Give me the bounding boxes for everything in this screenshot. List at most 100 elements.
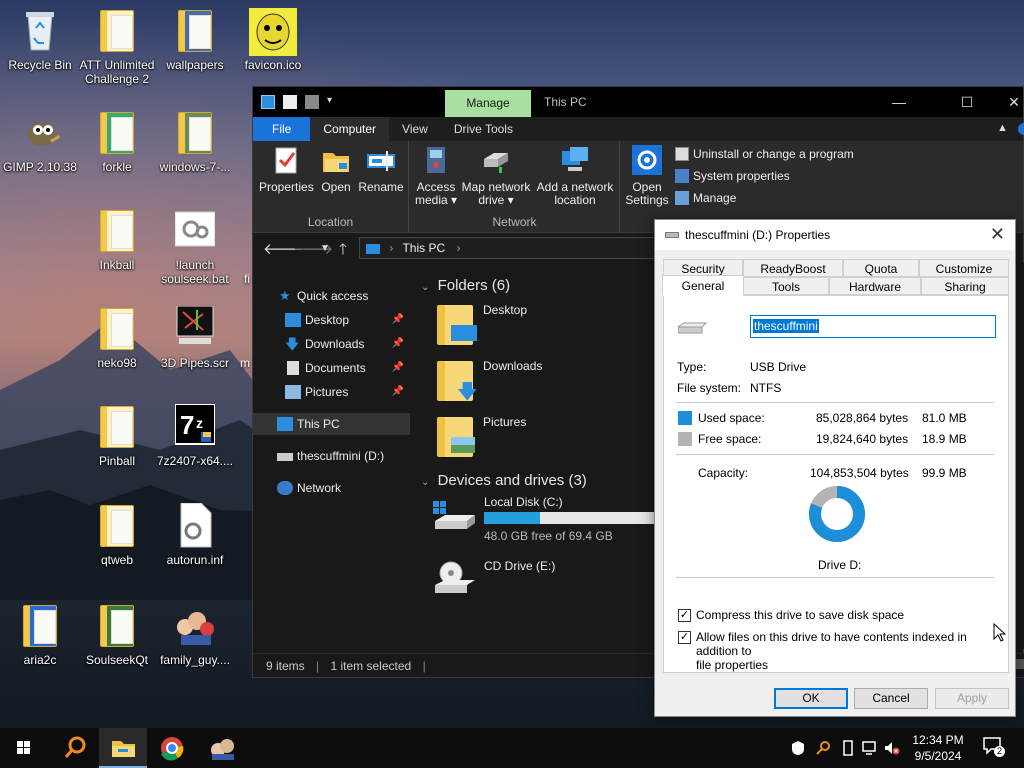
pc-icon[interactable] [261, 95, 275, 109]
taskbar-chrome[interactable] [148, 728, 196, 768]
folder-pictures[interactable]: Pictures [437, 413, 637, 463]
minimize-button[interactable]: — [876, 91, 922, 113]
drive-c[interactable]: Local Disk (C:) 48.0 GB free of 69.4 GB [433, 495, 683, 549]
breadcrumb-this-pc[interactable]: This PC [402, 241, 445, 255]
uninstall-program-button[interactable]: Uninstall or change a program [675, 147, 854, 161]
desktop-icon-soulseekqt[interactable]: SoulseekQt [77, 603, 157, 667]
index-checkbox[interactable]: ✓ [678, 631, 691, 644]
tab-computer[interactable]: Computer [310, 117, 390, 141]
tab-view[interactable]: View [389, 117, 441, 141]
desktop-icon-label: aria2c [23, 653, 57, 667]
search-button[interactable] [50, 728, 98, 768]
customize-qat-icon[interactable]: ▾ [327, 95, 341, 109]
usb-drive-icon [676, 321, 708, 335]
drive-name-input[interactable]: thescuffmini [750, 315, 996, 338]
tab-readyboost[interactable]: ReadyBoost [743, 259, 843, 277]
open-button[interactable]: Open [316, 145, 356, 194]
properties-button[interactable]: Properties [259, 145, 314, 194]
tab-drive-tools[interactable]: Drive Tools [441, 117, 526, 141]
pc-icon [277, 417, 293, 431]
nav-downloads[interactable]: 🡇 Downloads 📌 [253, 333, 410, 355]
usb-device-icon[interactable] [840, 740, 856, 759]
start-button[interactable] [0, 728, 48, 768]
cartoon-app-icon [211, 739, 234, 760]
nav-desktop[interactable]: Desktop 📌 [253, 309, 410, 331]
network-status-icon[interactable] [862, 740, 878, 759]
devices-section-header[interactable]: ⌄ Devices and drives (3) [421, 472, 587, 489]
desktop-icon-family-guy[interactable]: family_guy.... [155, 603, 235, 667]
new-folder-icon[interactable] [305, 95, 319, 109]
desktop-icon-qtweb[interactable]: qtweb [77, 503, 157, 567]
taskbar-file-explorer[interactable] [99, 728, 147, 768]
tab-tools[interactable]: Tools [743, 277, 829, 295]
folder-desktop[interactable]: Desktop [437, 301, 637, 351]
tab-quota[interactable]: Quota [843, 259, 919, 277]
tab-customize[interactable]: Customize [919, 259, 1009, 277]
desktop-icon-wallpapers[interactable]: wallpapers [155, 8, 235, 72]
nav-network[interactable]: Network [253, 477, 410, 499]
manage-button[interactable]: Manage [675, 191, 736, 205]
ribbon-group-location: Properties Open Rename Location [253, 141, 409, 233]
tab-file[interactable]: File [253, 117, 311, 141]
desktop-icon-autorun[interactable]: autorun.inf [155, 502, 235, 567]
desktop-icon-att-unlimited[interactable]: ATT Unlimited Challenge 2 [77, 8, 157, 86]
desktop-icon-forkle[interactable]: forkle [77, 110, 157, 174]
access-media-button[interactable]: Access media ▾ [412, 145, 460, 207]
tab-sharing[interactable]: Sharing [921, 277, 1009, 295]
desktop-icon-3d-pipes[interactable]: 3D Pipes.scr [155, 305, 235, 370]
clock[interactable]: 12:34 PM 9/5/2024 [900, 732, 976, 764]
desktop-icon-inkball[interactable]: Inkball [77, 208, 157, 272]
quick-access-toolbar: ▾ [261, 95, 341, 109]
desktop-icon-recycle-bin[interactable]: Recycle Bin [0, 8, 80, 72]
apply-button[interactable]: Apply [935, 688, 1009, 709]
desktop-icon-favicon[interactable]: favicon.ico [233, 8, 313, 72]
open-settings-button[interactable]: Open Settings [624, 145, 670, 207]
drive-e[interactable]: CD Drive (E:) [433, 559, 683, 605]
up-arrow-icon[interactable]: 🡑 [339, 239, 347, 264]
map-network-drive-button[interactable]: Map network drive ▾ [460, 145, 532, 207]
add-network-location-button[interactable]: Add a network location [534, 145, 616, 207]
tab-general[interactable]: General [662, 275, 744, 296]
desktop-icon-pinball[interactable]: Pinball [77, 404, 157, 468]
folder-downloads[interactable]: 🡇 Downloads [437, 357, 637, 407]
collapse-ribbon-icon[interactable]: ▲ [997, 122, 1008, 134]
details-view-icon[interactable] [1016, 659, 1024, 669]
desktop-icon-launch-soulseek[interactable]: !launch soulseek.bat [155, 208, 235, 286]
manage-context-tab[interactable]: Manage [445, 90, 531, 117]
breadcrumb-separator: › [389, 241, 394, 255]
nav-pictures[interactable]: Pictures 📌 [253, 381, 410, 403]
ok-button[interactable]: OK [774, 688, 848, 709]
help-icon[interactable] [1018, 123, 1024, 135]
filesystem-value: NTFS [750, 381, 782, 395]
tab-hardware[interactable]: Hardware [829, 277, 921, 295]
action-center-button[interactable]: 2 [982, 736, 1010, 760]
desktop-icon-7zip[interactable]: 7z 7z2407-x64.... [155, 403, 235, 468]
capacity-label: Capacity: [698, 466, 749, 480]
nav-documents[interactable]: Documents 📌 [253, 357, 410, 379]
cancel-button[interactable]: Cancel [854, 688, 928, 709]
drive-c-name: Local Disk (C:) [484, 495, 563, 509]
system-properties-button[interactable]: System properties [675, 169, 790, 183]
security-shield-icon[interactable] [790, 740, 806, 759]
close-button[interactable]: ✕ [991, 91, 1024, 113]
search-icon [64, 736, 86, 758]
taskbar-app[interactable] [198, 728, 246, 768]
nav-quick-access[interactable]: ★ Quick access [253, 285, 410, 307]
nav-this-pc[interactable]: This PC [253, 413, 410, 435]
compress-checkbox[interactable]: ✓ [678, 609, 691, 622]
rename-button[interactable]: Rename [357, 145, 405, 194]
maximize-button[interactable]: ☐ [944, 91, 990, 113]
drive-c-usage-fill [484, 512, 540, 524]
properties-check-icon[interactable] [283, 95, 297, 109]
desktop-icon-neko98[interactable]: neko98 [77, 306, 157, 370]
desktop-icon-gimp[interactable]: GIMP 2.10.38 [0, 110, 80, 174]
desktop-icon-aria2c[interactable]: aria2c [0, 603, 80, 667]
nav-drive-d[interactable]: thescuffmini (D:) [253, 445, 410, 467]
recent-locations-chevron-icon[interactable]: ▼ [320, 243, 330, 254]
dialog-close-icon[interactable]: ✕ [990, 224, 1005, 245]
separator [676, 402, 994, 403]
tray-search-icon[interactable] [815, 740, 831, 759]
volume-muted-icon[interactable] [884, 740, 900, 759]
desktop-icon-windows-7[interactable]: windows-7-... [155, 110, 235, 174]
folders-section-header[interactable]: ⌄ Folders (6) [421, 277, 510, 294]
